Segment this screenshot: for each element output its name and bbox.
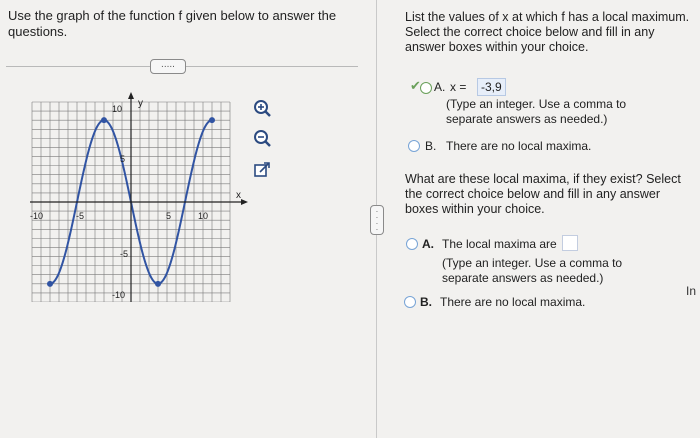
question-2-prompt: What are these local maxima, if they exi… [405,172,681,216]
option-a-text: The local maxima are [442,237,557,251]
x-tick-label: -5 [76,211,84,221]
option-b-radio[interactable] [408,140,420,152]
option-a-radio[interactable] [420,82,432,94]
x-equals-label: x = [450,80,467,94]
expand-button[interactable]: ..... [150,59,186,74]
option-b-text: There are no local maxima. [446,139,592,153]
y-tick-label: 5 [120,154,125,164]
y-axis-arrow [128,92,134,99]
y-tick-label: -10 [112,290,125,300]
y-tick-label: -5 [120,249,128,259]
y-axis-label: y [138,98,143,109]
x-axis-arrow [241,199,248,205]
x-tick-label: 5 [166,211,171,221]
answer-input-x[interactable]: -3,9 [477,78,506,96]
option-b-radio[interactable] [404,296,416,308]
curve-point [47,280,53,287]
axes [30,92,248,302]
option-b-text: There are no local maxima. [440,295,586,309]
option-a-radio[interactable] [406,238,418,250]
curve-point [155,280,161,287]
function-graph: y x -10 -5 5 10 10 5 -5 -10 [30,92,248,302]
instruction-text: Use the graph of the function f given be… [8,8,337,39]
option-b-letter: B. [420,295,432,309]
zoom-out-icon[interactable] [252,128,272,148]
option-b-letter: B. [425,139,437,153]
external-link-icon[interactable] [252,160,272,180]
zoom-in-icon[interactable] [252,98,272,118]
cut-off-text: In [686,284,697,298]
option-a-letter: A. [434,80,446,94]
curve-point [101,117,107,124]
x-tick-label: 10 [198,211,208,221]
answer-input-maxima[interactable] [562,235,578,251]
option-a-letter: A. [422,237,434,251]
option-a-hint: (Type an integer. Use a comma to separat… [442,256,623,285]
y-tick-label: 10 [112,104,122,114]
question-1-prompt: List the values of x at which f has a lo… [405,10,690,54]
x-tick-label: -10 [30,211,43,221]
collapse-button[interactable]: · · · · [370,205,384,235]
option-a-hint: (Type an integer. Use a comma to separat… [446,97,627,126]
x-axis-label: x [236,190,241,201]
curve-point [209,117,215,124]
